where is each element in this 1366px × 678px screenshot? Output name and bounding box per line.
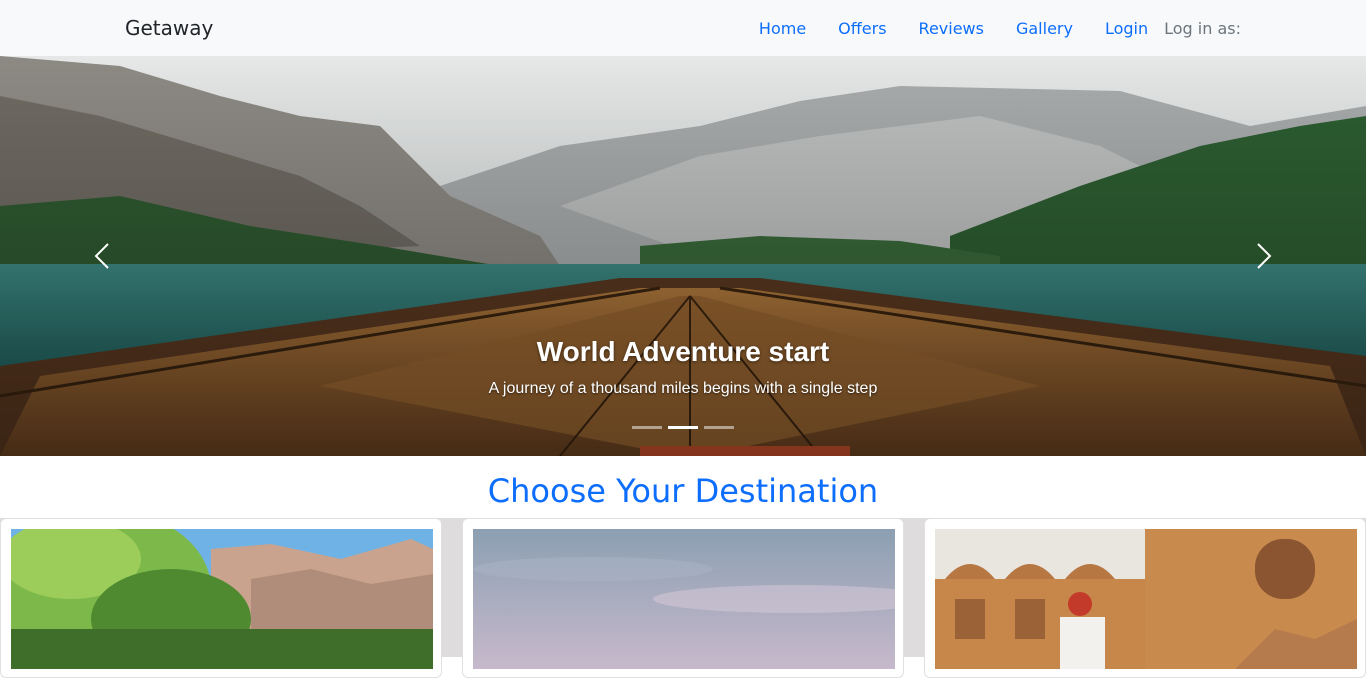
destination-card[interactable] [0, 518, 442, 678]
destination-card[interactable] [462, 518, 904, 678]
carousel-indicators [632, 426, 734, 429]
destination-card[interactable] [924, 518, 1366, 678]
nav-reviews[interactable]: Reviews [903, 19, 1000, 38]
chevron-right-icon [1257, 243, 1272, 269]
chevron-left-icon [94, 243, 109, 269]
cloudy-sky-image [473, 529, 895, 669]
carousel-next-button[interactable] [1244, 226, 1284, 286]
destination-cards [0, 518, 1366, 678]
destinations-heading: Choose Your Destination [487, 472, 879, 510]
hero-title: World Adventure start [536, 336, 830, 367]
carousel-indicator-3[interactable] [704, 426, 734, 429]
carousel-prev-button[interactable] [82, 226, 122, 286]
nav-gallery[interactable]: Gallery [1000, 19, 1089, 38]
carousel-indicator-2[interactable] [668, 426, 698, 429]
login-status: Log in as: [1164, 18, 1241, 38]
brand-logo[interactable]: Getaway [125, 16, 213, 40]
hero-carousel: World Adventure start A journey of a tho… [0, 56, 1366, 456]
nav-home[interactable]: Home [743, 19, 822, 38]
navbar: Getaway Home Offers Reviews Gallery Logi… [0, 0, 1366, 56]
nav-links: Home Offers Reviews Gallery Login Log in… [743, 0, 1241, 56]
forest-mountain-image [11, 529, 433, 669]
nav-offers[interactable]: Offers [822, 19, 902, 38]
nav-login[interactable]: Login [1089, 19, 1164, 38]
desert-fort-image [935, 529, 1357, 669]
hero-subtitle: A journey of a thousand miles begins wit… [488, 380, 878, 397]
carousel-indicator-1[interactable] [632, 426, 662, 429]
